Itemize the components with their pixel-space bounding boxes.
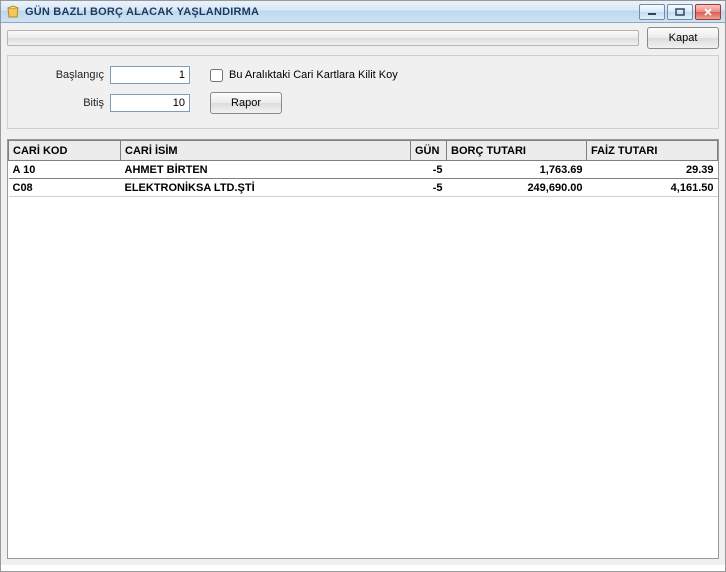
header-faiz[interactable]: FAİZ TUTARI: [587, 141, 718, 161]
client-area: Kapat Başlangıç Bu Aralıktaki Cari Kartl…: [1, 23, 725, 565]
table-cell: A 10: [9, 161, 121, 179]
data-grid[interactable]: CARİ KOD CARİ İSİM GÜN BORÇ TUTARI FAİZ …: [7, 139, 719, 559]
table-row[interactable]: C08ELEKTRONİKSA LTD.ŞTİ-5249,690.004,161…: [9, 179, 718, 197]
table-row[interactable]: A 10AHMET BİRTEN-51,763.6929.39: [9, 161, 718, 179]
table-cell: 1,763.69: [447, 161, 587, 179]
progress-bar: [7, 30, 639, 46]
app-icon: [5, 4, 21, 20]
minimize-button[interactable]: [639, 4, 665, 20]
close-window-button[interactable]: [695, 4, 721, 20]
window-controls: [639, 4, 721, 20]
table-cell: 4,161.50: [587, 179, 718, 197]
table-cell: -5: [411, 161, 447, 179]
header-kod[interactable]: CARİ KOD: [9, 141, 121, 161]
titlebar: GÜN BAZLI BORÇ ALACAK YAŞLANDIRMA: [1, 1, 725, 23]
table-cell: C08: [9, 179, 121, 197]
rapor-button[interactable]: Rapor: [210, 92, 282, 114]
lock-checkbox-label: Bu Aralıktaki Cari Kartlara Kilit Koy: [229, 69, 398, 81]
table-cell: 29.39: [587, 161, 718, 179]
maximize-button[interactable]: [667, 4, 693, 20]
table-cell: ELEKTRONİKSA LTD.ŞTİ: [121, 179, 411, 197]
header-row: CARİ KOD CARİ İSİM GÜN BORÇ TUTARI FAİZ …: [9, 141, 718, 161]
end-input[interactable]: [110, 94, 190, 112]
filter-panel: Başlangıç Bu Aralıktaki Cari Kartlara Ki…: [7, 55, 719, 129]
header-gun[interactable]: GÜN: [411, 141, 447, 161]
header-borc[interactable]: BORÇ TUTARI: [447, 141, 587, 161]
kapat-button[interactable]: Kapat: [647, 27, 719, 49]
table-cell: AHMET BİRTEN: [121, 161, 411, 179]
top-row: Kapat: [7, 27, 719, 49]
start-label: Başlangıç: [20, 69, 110, 81]
start-input[interactable]: [110, 66, 190, 84]
header-isim[interactable]: CARİ İSİM: [121, 141, 411, 161]
table-cell: 249,690.00: [447, 179, 587, 197]
lock-checkbox[interactable]: [210, 69, 223, 82]
table-cell: -5: [411, 179, 447, 197]
lock-checkbox-row[interactable]: Bu Aralıktaki Cari Kartlara Kilit Koy: [210, 69, 706, 82]
end-label: Bitiş: [20, 97, 110, 109]
window-title: GÜN BAZLI BORÇ ALACAK YAŞLANDIRMA: [25, 6, 639, 18]
